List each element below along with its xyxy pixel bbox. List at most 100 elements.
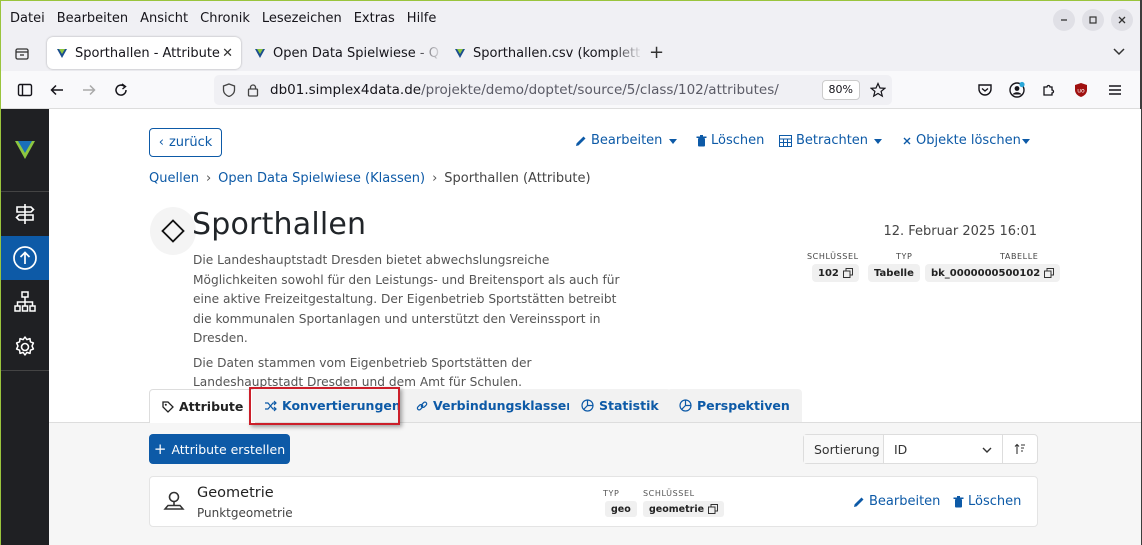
zoom-indicator[interactable]: 80%: [821, 80, 860, 100]
url-path: /projekte/demo/doptet/source/5/class/102…: [421, 82, 779, 98]
close-tab-icon[interactable]: ✕: [222, 46, 233, 61]
breadcrumb-separator: ›: [205, 171, 212, 186]
breadcrumb-classes[interactable]: Open Data Spielwiese (Klassen): [218, 171, 425, 186]
sort-direction-button[interactable]: [1003, 443, 1037, 455]
view-button[interactable]: Betrachten: [779, 133, 868, 148]
plus-icon: +: [153, 440, 167, 458]
meta-table-label: Tabelle: [1000, 252, 1039, 261]
maximize-button[interactable]: [1082, 9, 1104, 31]
app-menu-button[interactable]: [1105, 80, 1125, 100]
delete-button[interactable]: Löschen: [696, 133, 764, 148]
forward-button[interactable]: [79, 80, 99, 100]
delete-objects-button[interactable]: Objekte löschen: [902, 133, 1021, 148]
tab-perspektiven[interactable]: Perspektiven: [667, 389, 802, 422]
tab-list-button[interactable]: [11, 43, 33, 65]
tab-title: Sporthallen - Attribute: [75, 45, 220, 61]
new-tab-button[interactable]: +: [649, 42, 664, 63]
favicon-icon: [255, 48, 265, 58]
attribute-key-label: Schlüssel: [643, 489, 695, 498]
app-logo[interactable]: [1, 127, 49, 171]
copy-icon[interactable]: [842, 268, 853, 278]
maximize-icon: [1089, 16, 1097, 24]
menu-extras[interactable]: Extras: [354, 11, 395, 26]
sort-label: Sortierung: [804, 435, 884, 463]
pie-chart-icon: [679, 399, 692, 412]
page-title: Sporthallen: [192, 207, 367, 242]
browser-tab-3[interactable]: Sporthallen.csv (komplett: [445, 37, 643, 69]
tab-statistik[interactable]: Statistik: [569, 389, 671, 422]
delete-label: Löschen: [711, 133, 765, 148]
main-content: ‹ zurück Bearbeiten Löschen Betrachten O…: [49, 109, 1141, 545]
shield-icon[interactable]: [222, 83, 236, 97]
url-host: db01.simplex4data.de: [270, 82, 422, 98]
meta-table-chip[interactable]: bk_0000000500102: [925, 264, 1061, 282]
account-icon: [1009, 81, 1025, 98]
tab-fade: [613, 37, 643, 69]
breadcrumb-sources[interactable]: Quellen: [149, 171, 199, 186]
view-dropdown-caret[interactable]: [874, 139, 882, 144]
extensions-button[interactable]: [1039, 80, 1059, 100]
signpost-icon: [15, 204, 35, 224]
ublock-shield-icon: uo: [1075, 83, 1087, 97]
delete-objects-dropdown-caret[interactable]: [1022, 139, 1030, 144]
tab-list-icon: [15, 48, 29, 60]
logo-icon: [15, 141, 35, 159]
chevron-down-icon: [982, 447, 992, 453]
timestamp: 12. Februar 2025 16:01: [883, 224, 1037, 239]
browser-tab-1[interactable]: Sporthallen - Attribute ✕: [47, 37, 241, 69]
menu-bearbeiten[interactable]: Bearbeiten: [57, 11, 128, 26]
back-link-button[interactable]: ‹ zurück: [149, 128, 222, 157]
sort-select[interactable]: ID: [884, 435, 1003, 463]
ublock-button[interactable]: uo: [1071, 80, 1091, 100]
attribute-key-chip[interactable]: geometrie: [643, 501, 725, 517]
meta-key-chip[interactable]: 102: [812, 264, 859, 282]
sidebar-item-settings[interactable]: [1, 325, 49, 369]
sidebar-item-upload[interactable]: [1, 236, 49, 280]
sidebar-toggle-button[interactable]: [15, 80, 35, 100]
favicon-icon: [455, 48, 465, 58]
attribute-delete-button[interactable]: Löschen: [953, 494, 1021, 509]
reload-button[interactable]: [111, 80, 131, 100]
menu-ansicht[interactable]: Ansicht: [140, 11, 188, 26]
tab-label: Perspektiven: [697, 398, 790, 413]
view-label: Betrachten: [796, 133, 869, 148]
menu-hilfe[interactable]: Hilfe: [407, 11, 437, 26]
attribute-row: Geometrie Punktgeometrie Typ geo Schlüss…: [149, 476, 1038, 527]
reload-icon: [115, 83, 127, 96]
edit-button[interactable]: Bearbeiten: [575, 133, 662, 148]
lock-icon[interactable]: [246, 83, 260, 97]
minimize-button[interactable]: [1053, 9, 1075, 31]
upload-icon: [13, 246, 37, 270]
sidebar-divider: [1, 370, 49, 371]
copy-icon[interactable]: [1044, 268, 1055, 278]
puzzle-icon: [1043, 84, 1055, 96]
close-window-button[interactable]: [1111, 9, 1133, 31]
pocket-button[interactable]: [975, 80, 995, 100]
list-all-tabs-button[interactable]: [1112, 45, 1126, 60]
favicon-icon: [57, 48, 67, 58]
browser-tab-2[interactable]: Open Data Spielwiese - Q: [245, 37, 443, 69]
tab-bar: Sporthallen - Attribute ✕ Open Data Spie…: [1, 35, 1140, 71]
attribute-edit-button[interactable]: Bearbeiten: [853, 494, 940, 509]
account-button[interactable]: [1007, 80, 1027, 100]
menu-lesezeichen[interactable]: Lesezeichen: [262, 11, 342, 26]
delete-objects-label: Objekte löschen: [916, 133, 1021, 148]
attribute-name[interactable]: Geometrie: [197, 485, 274, 501]
menu-datei[interactable]: Datei: [10, 11, 45, 26]
sidebar-item-signpost[interactable]: [1, 192, 49, 236]
bookmark-star-icon[interactable]: [870, 82, 886, 98]
description-paragraph: Die Landeshauptstadt Dresden bietet abwe…: [193, 253, 620, 345]
copy-icon[interactable]: [708, 504, 719, 514]
url-bar[interactable]: db01.simplex4data.de/projekte/demo/dopte…: [214, 75, 892, 105]
back-button[interactable]: [47, 80, 67, 100]
edit-dropdown-caret[interactable]: [669, 139, 677, 144]
tab-attribute[interactable]: Attribute: [149, 389, 257, 423]
menu-chronik[interactable]: Chronik: [200, 11, 250, 26]
tab-verbindungsklassen[interactable]: Verbindungsklassen: [404, 389, 588, 422]
pencil-icon: [854, 497, 864, 507]
trash-icon: [953, 495, 964, 507]
sidebar-item-hierarchy[interactable]: [1, 280, 49, 324]
browser-window: Datei Bearbeiten Ansicht Chronik Lesezei…: [0, 0, 1141, 545]
create-attribute-button[interactable]: + Attribute erstellen: [149, 434, 290, 464]
app-root: ‹ zurück Bearbeiten Löschen Betrachten O…: [1, 109, 1141, 545]
